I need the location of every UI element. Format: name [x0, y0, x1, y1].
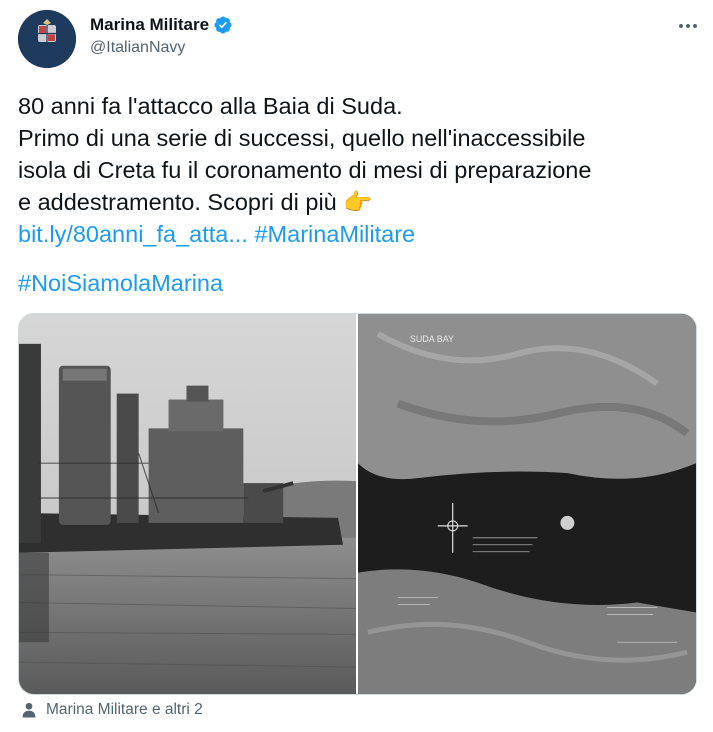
account-names: Marina Militare @ItalianNavy — [90, 15, 233, 57]
photo-suda-bay-map[interactable]: SUDA BAY — [358, 314, 696, 694]
tweet-header: Marina Militare @ItalianNavy — [18, 10, 698, 70]
tweet-line: Primo di una serie di successi, quello n… — [18, 125, 586, 151]
tweet-links-line: bit.ly/80anni_fa_atta... #MarinaMilitare — [18, 218, 698, 250]
avatar[interactable] — [18, 10, 76, 68]
tweet-line: isola di Creta fu il coronamento di mesi… — [18, 157, 592, 183]
hashtag-marina-militare[interactable]: #MarinaMilitare — [254, 221, 415, 247]
suda-bay-aerial-map-image: SUDA BAY — [358, 314, 696, 694]
person-icon — [22, 702, 36, 718]
tweet-line: e addestramento. Scopri di più 👉 — [18, 189, 373, 215]
hashtag-noisiamolamarina[interactable]: #NoiSiamolaMarina — [18, 270, 223, 296]
tagged-users[interactable]: Marina Militare e altri 2 — [20, 701, 203, 719]
display-name[interactable]: Marina Militare — [90, 15, 233, 35]
photo-damaged-cruiser[interactable] — [19, 314, 356, 694]
handle[interactable]: @ItalianNavy — [90, 39, 233, 57]
verified-badge-icon — [214, 16, 232, 34]
more-options-button[interactable] — [678, 16, 698, 36]
display-name-text[interactable]: Marina Militare — [90, 15, 209, 35]
hashtag-line: #NoiSiamolaMarina — [18, 267, 223, 299]
media-grid: SUDA BAY — [18, 313, 697, 695]
shortened-link[interactable]: bit.ly/80anni_fa_atta... — [18, 221, 248, 247]
tagged-users-text[interactable]: Marina Militare e altri 2 — [46, 701, 203, 719]
cruiser-photo-image — [19, 314, 356, 694]
more-horizontal-icon — [679, 24, 683, 28]
map-label-suda-bay: SUDA BAY — [410, 334, 454, 344]
tweet-line: 80 anni fa l'attacco alla Baia di Suda. — [18, 93, 403, 119]
tweet-text: 80 anni fa l'attacco alla Baia di Suda. … — [18, 90, 698, 250]
navy-crest-icon — [18, 10, 76, 68]
